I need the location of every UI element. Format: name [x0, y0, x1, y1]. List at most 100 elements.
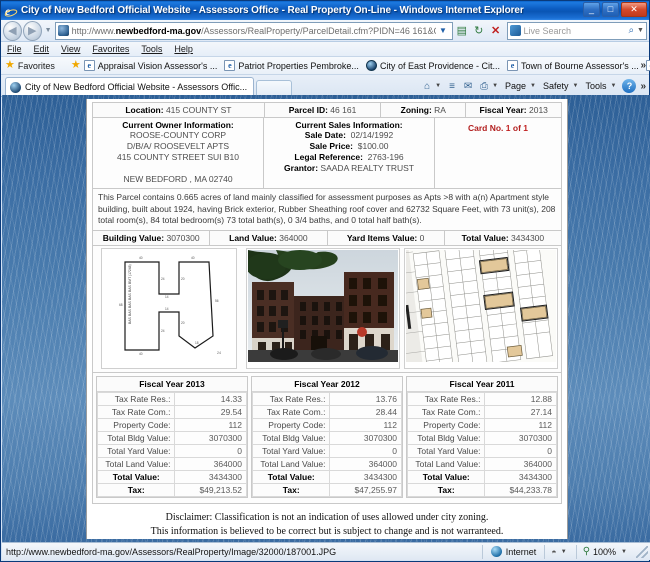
home-button[interactable]: ⌂ — [419, 78, 435, 94]
address-dropdown-icon[interactable]: ▼ — [436, 26, 450, 35]
compatibility-view-button[interactable]: ▤ — [454, 22, 470, 40]
table-row: Tax Rate Res.:12.88 — [408, 392, 557, 405]
window-title: City of New Bedford Official Website - A… — [21, 5, 524, 16]
back-button[interactable]: ◀ — [3, 21, 22, 41]
property-code-value: 112 — [330, 418, 402, 431]
menu-item-help[interactable]: Help — [174, 44, 193, 54]
menu-item-help-label: Help — [174, 44, 193, 54]
svg-text:BAS: BAS — [128, 308, 132, 316]
favorite-item-wrentham[interactable]: e Town of Wrentham Assesso... — [646, 60, 650, 71]
parcel-id-cell: Parcel ID: 46 161 — [265, 103, 381, 117]
security-zone[interactable]: Internet — [483, 546, 545, 557]
table-row: Tax:$44,233.78 — [408, 483, 557, 496]
page-menu-button[interactable]: Page — [505, 81, 526, 91]
tab-bar: City of New Bedford Official Website - A… — [1, 75, 649, 97]
tax-rate-com-value: 29.54 — [175, 405, 247, 418]
menu-item-edit[interactable]: Edit — [34, 44, 50, 54]
total-bldg-value: 3070300 — [175, 431, 247, 444]
new-tab-button[interactable] — [256, 80, 292, 96]
minimize-button[interactable]: _ — [583, 2, 600, 17]
total-bldg-value: 3070300 — [330, 431, 402, 444]
refresh-button[interactable]: ↻ — [471, 22, 487, 40]
search-dropdown-icon[interactable]: ▼ — [634, 27, 644, 34]
menu-item-view[interactable]: View — [61, 44, 80, 54]
favorites-button-label[interactable]: Favorites — [18, 61, 55, 71]
command-bar: ⌂ ▼ ≡ ✉ ⎙ ▼ Page ▼ Safety ▼ Tools ▼ ? » — [419, 78, 646, 94]
favorites-bar: ★ Favorites ★ e Appraisal Vision Assesso… — [1, 57, 649, 75]
tools-menu-button[interactable]: Tools — [585, 81, 606, 91]
fiscal-year-2011-title: Fiscal Year 2011 — [407, 377, 557, 392]
fiscal-year-2011-table: Fiscal Year 2011 Tax Rate Res.:12.88 Tax… — [406, 376, 558, 498]
svg-text:24: 24 — [217, 351, 221, 355]
tools-dropdown-icon[interactable]: ▼ — [610, 83, 616, 89]
svg-text:14: 14 — [165, 295, 169, 299]
building-sketch-image[interactable]: 4024 1420 4056 1420 1824 4068 BASBAS BAS — [101, 248, 237, 369]
tab-new-bedford-assessors[interactable]: City of New Bedford Official Website - A… — [5, 77, 254, 96]
protected-mode-indicator[interactable]: ◓ ▼ — [545, 547, 575, 557]
table-row: Tax Rate Res.:14.33 — [98, 392, 247, 405]
print-dropdown-icon[interactable]: ▼ — [492, 83, 498, 89]
svg-text:BAS: BAS — [128, 284, 132, 292]
mail-button[interactable]: ✉ — [460, 78, 476, 94]
parcel-map-image[interactable] — [404, 248, 558, 369]
favorite-item-patriot-properties[interactable]: e Patriot Properties Pembroke... — [224, 60, 359, 71]
close-button[interactable]: ✕ — [621, 2, 647, 17]
menu-item-file[interactable]: File — [7, 44, 22, 54]
menu-item-tools-label: Tools — [141, 44, 162, 54]
favorites-star-icon[interactable]: ★ — [5, 60, 15, 71]
menu-bar: File Edit View Favorites Tools Help — [1, 42, 649, 57]
svg-text:24: 24 — [161, 329, 165, 333]
owner-line: D/B/A/ ROOSEVELT APTS — [97, 141, 259, 152]
stop-button[interactable]: ✕ — [488, 22, 504, 40]
menu-item-favorites[interactable]: Favorites — [92, 44, 129, 54]
disclaimer-line-1: Disclaimer: Classification is not an ind… — [92, 511, 562, 525]
address-input[interactable]: http://www.newbedford-ma.gov/Assessors/R… — [55, 22, 453, 40]
table-row: Total Yard Value:0 — [408, 444, 557, 457]
owner-line: ROOSE-COUNTY CORP — [97, 130, 259, 141]
building-value: 3070300 — [166, 233, 199, 243]
search-input[interactable]: Live Search ⌕ ▼ — [507, 22, 647, 40]
menu-item-tools[interactable]: Tools — [141, 44, 162, 54]
home-dropdown-icon[interactable]: ▼ — [435, 83, 441, 89]
tax-rate-res-label: Tax Rate Res.: — [408, 392, 485, 405]
svg-text:BAS: BAS — [128, 292, 132, 300]
feeds-button[interactable]: ≡ — [444, 78, 460, 94]
favorite-item-east-providence[interactable]: City of East Providence - Cit... — [366, 60, 500, 71]
property-photo-cell — [246, 250, 400, 368]
history-dropdown-icon[interactable]: ▼ — [45, 27, 52, 34]
sale-date-row: Sale Date: 02/14/1992 — [268, 130, 430, 141]
legal-reference-label: Legal Reference: — [294, 152, 363, 162]
add-favorite-icon[interactable]: ★ — [71, 60, 81, 71]
parcel-id-label: Parcel ID: — [289, 105, 328, 115]
page-dropdown-icon[interactable]: ▼ — [530, 83, 536, 89]
property-code-label: Property Code: — [253, 418, 330, 431]
zoom-control[interactable]: ⚲ 100% ▼ — [577, 546, 636, 557]
browser-window: e City of New Bedford Official Website -… — [0, 0, 650, 562]
svg-text:40: 40 — [139, 256, 143, 260]
property-photo-image[interactable] — [246, 248, 400, 369]
total-land-value: 364000 — [330, 457, 402, 470]
table-row: Total Land Value:364000 — [408, 457, 557, 470]
forward-button[interactable]: ▶ — [23, 21, 42, 41]
svg-text:20: 20 — [181, 321, 185, 325]
print-button[interactable]: ⎙ — [476, 78, 492, 94]
command-bar-overflow-icon[interactable]: » — [640, 81, 646, 92]
favorite-item-appraisal-vision[interactable]: e Appraisal Vision Assessor's ... — [84, 60, 218, 71]
help-button[interactable]: ? — [622, 79, 636, 93]
favorites-overflow-icon[interactable]: » — [640, 60, 646, 71]
tax-rate-res-value: 12.88 — [485, 392, 557, 405]
zoom-level-label: 100% — [593, 547, 616, 557]
maximize-button[interactable]: □ — [602, 2, 619, 17]
property-code-value: 112 — [485, 418, 557, 431]
tax-value: $47,255.97 — [330, 483, 402, 496]
safety-dropdown-icon[interactable]: ▼ — [573, 83, 579, 89]
favorite-item-bourne[interactable]: e Town of Bourne Assessor's ... — [507, 60, 639, 71]
search-provider-icon — [510, 25, 521, 36]
svg-text:40: 40 — [139, 352, 143, 356]
zoom-magnifier-icon: ⚲ — [583, 546, 590, 557]
parcel-detail-sheet: Location: 415 COUNTY ST Parcel ID: 46 16… — [86, 99, 568, 539]
safety-menu-button[interactable]: Safety — [543, 81, 569, 91]
favorite-item-label: Patriot Properties Pembroke... — [238, 61, 359, 71]
resize-grip[interactable] — [636, 546, 648, 558]
total-land-value-label: Total Land Value: — [253, 457, 330, 470]
